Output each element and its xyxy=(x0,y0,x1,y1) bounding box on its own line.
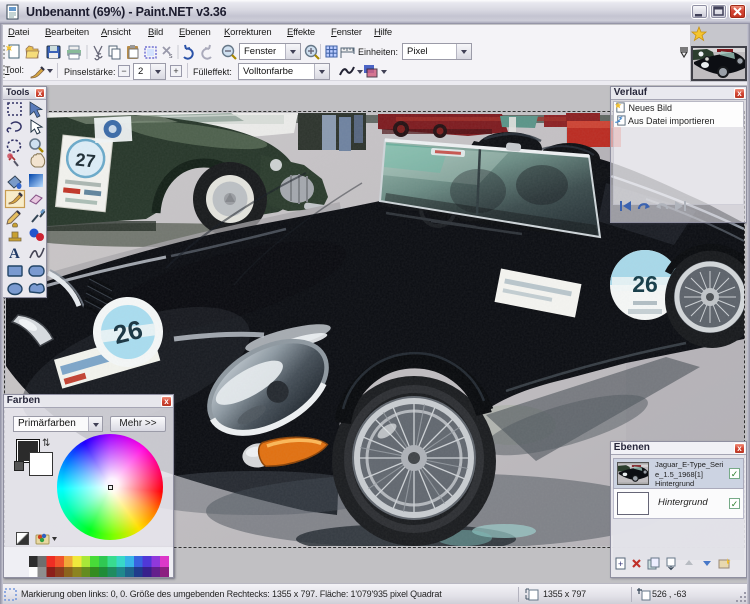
svg-text:s: s xyxy=(169,53,173,60)
svg-text:A: A xyxy=(9,246,20,262)
svg-text:+: + xyxy=(618,559,623,569)
